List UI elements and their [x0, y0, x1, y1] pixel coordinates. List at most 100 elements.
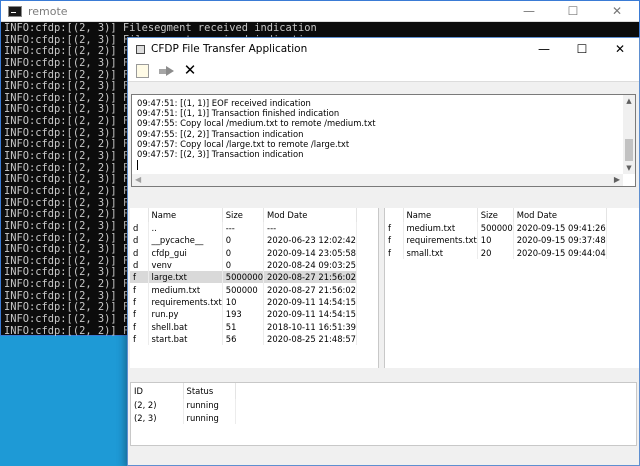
file-size: 51: [222, 320, 265, 333]
file-row[interactable]: f start.bat 56 2020-08-25 21:48:57: [130, 332, 357, 345]
file-size: 500000: [477, 222, 514, 235]
separator: [128, 368, 639, 382]
log-line: 09:47:51: [(1, 1)] Transaction finished …: [137, 108, 340, 119]
file-row[interactable]: f shell.bat 51 2018-10-11 16:51:39: [130, 320, 357, 333]
file-name: start.bat: [148, 332, 223, 345]
close-icon: ✕: [183, 61, 197, 79]
transaction-row[interactable]: (2, 2) running: [131, 399, 236, 412]
file-size: 10: [477, 234, 514, 247]
file-size: 193: [222, 308, 265, 321]
text-cursor: [137, 160, 138, 171]
scroll-down-icon[interactable]: ▼: [623, 162, 635, 174]
file-type: d: [130, 234, 149, 247]
file-row[interactable]: f large.txt 5000000 2020-08-27 21:56:02: [130, 271, 357, 284]
column-header-name[interactable]: Name: [403, 208, 478, 222]
local-files-pane[interactable]: Name Size Mod Date d.. --- --- d __pycache__…: [130, 208, 379, 368]
transaction-status: running: [183, 399, 236, 412]
console-app-icon: [8, 5, 22, 17]
console-maximize-button[interactable]: ☐: [551, 1, 595, 22]
file-name: ..: [148, 222, 223, 235]
file-row[interactable]: d __pycache__ 0 2020-06-23 12:02:42: [130, 234, 357, 247]
file-size: 500000: [222, 283, 265, 296]
new-file-button[interactable]: [132, 61, 152, 81]
file-size: 10: [222, 295, 265, 309]
transaction-id: (2, 2): [131, 399, 184, 412]
transaction-row[interactable]: (2, 3) running: [131, 411, 236, 424]
new-file-icon: [135, 63, 149, 78]
log-line: 09:47:55: [(2, 2)] Transaction indicatio…: [137, 128, 304, 139]
file-type: f: [385, 234, 404, 247]
file-name: run.py: [148, 308, 223, 321]
file-type: f: [385, 246, 404, 259]
scroll-thumb[interactable]: [625, 139, 633, 161]
file-name: shell.bat: [148, 320, 223, 333]
transactions-pane[interactable]: ID Status (2, 2) running (2, 3) running: [130, 382, 637, 446]
file-type: f: [130, 295, 149, 309]
file-row[interactable]: f requirements.txt 10 2020-09-15 09:37:48: [385, 234, 607, 247]
log-line: 09:47:57: [(2, 3)] Transaction indicatio…: [137, 148, 304, 159]
file-row[interactable]: f requirements.txt 10 2020-09-11 14:54:15: [130, 295, 357, 309]
scroll-right-icon[interactable]: ▶: [614, 174, 620, 186]
file-name: large.txt: [148, 271, 223, 284]
file-size: 5000000: [222, 271, 265, 284]
log-panel[interactable]: 09:47:51: [(1, 1)] EOF received indicati…: [131, 94, 636, 187]
file-type: f: [130, 332, 149, 345]
file-name: requirements.txt: [148, 295, 223, 309]
file-date: 2020-08-27 21:56:02: [263, 283, 357, 296]
app-close-button[interactable]: ✕: [601, 38, 639, 60]
cfdp-app-window: CFDP File Transfer Application — ☐ ✕ ✕ 0…: [127, 37, 640, 466]
app-maximize-button[interactable]: ☐: [563, 38, 601, 60]
column-header-date[interactable]: Mod Date: [263, 208, 357, 222]
file-type: d: [130, 222, 149, 235]
app-window-icon: [136, 44, 145, 54]
remote-files-pane[interactable]: Name Size Mod Date f medium.txt 500000 2020…: [384, 208, 639, 368]
scroll-up-icon[interactable]: ▲: [623, 95, 635, 107]
file-row[interactable]: f small.txt 20 2020-09-15 09:44:04: [385, 246, 607, 259]
toolbar: ✕: [128, 60, 639, 82]
arrow-right-icon: [158, 65, 174, 76]
file-name: cfdp_gui: [148, 246, 223, 259]
file-row[interactable]: f medium.txt 500000 2020-08-27 21:56:02: [130, 283, 357, 296]
file-row[interactable]: f run.py 193 2020-09-11 14:54:15: [130, 308, 357, 321]
console-line: INFO:cfdp:[(2, 3)] Filesegment received …: [4, 23, 317, 34]
file-date: 2020-08-24 09:03:25: [263, 258, 357, 272]
file-type: f: [130, 308, 149, 321]
log-line: 09:47:57: Copy local /large.txt to remot…: [137, 138, 350, 149]
column-header-size[interactable]: Size: [477, 208, 514, 222]
file-row[interactable]: d.. --- ---: [130, 222, 357, 235]
file-row[interactable]: d venv 0 2020-08-24 09:03:25: [130, 258, 357, 272]
console-close-button[interactable]: ✕: [595, 1, 639, 22]
column-header-name[interactable]: Name: [148, 208, 223, 222]
app-title: CFDP File Transfer Application: [151, 43, 308, 55]
file-row[interactable]: f medium.txt 500000 2020-09-15 09:41:26: [385, 222, 607, 235]
file-date: 2020-08-25 21:48:57: [263, 332, 357, 345]
column-header-id[interactable]: ID: [131, 383, 184, 399]
column-header-size[interactable]: Size: [222, 208, 265, 222]
file-name: medium.txt: [403, 222, 478, 235]
cancel-button[interactable]: ✕: [180, 61, 200, 81]
file-type: f: [385, 222, 404, 235]
file-date: 2020-06-23 12:02:42: [263, 234, 357, 247]
file-name: medium.txt: [148, 283, 223, 296]
console-titlebar[interactable]: remote — ☐ ✕: [1, 1, 639, 22]
console-minimize-button[interactable]: —: [507, 1, 551, 22]
file-size: 56: [222, 332, 265, 345]
transfer-button[interactable]: [156, 61, 176, 81]
app-titlebar[interactable]: CFDP File Transfer Application — ☐ ✕: [128, 38, 639, 60]
log-horizontal-scrollbar[interactable]: ◀ ▶: [132, 174, 623, 186]
files-area: Name Size Mod Date d.. --- --- d __pycache__…: [128, 208, 639, 368]
log-line: 09:47:55: Copy local /medium.txt to remo…: [137, 118, 376, 129]
log-text: 09:47:51: [(1, 1)] EOF received indicati…: [137, 98, 621, 171]
file-name: __pycache__: [148, 234, 223, 247]
file-date: 2020-09-11 14:54:15: [263, 308, 357, 321]
app-minimize-button[interactable]: —: [525, 38, 563, 60]
column-header-date[interactable]: Mod Date: [513, 208, 607, 222]
file-date: 2020-09-15 09:41:26: [513, 222, 607, 235]
file-name: venv: [148, 258, 223, 272]
file-row[interactable]: d cfdp_gui 0 2020-09-14 23:05:58: [130, 246, 357, 259]
file-name: small.txt: [403, 246, 478, 259]
column-header-status[interactable]: Status: [183, 383, 236, 399]
log-vertical-scrollbar[interactable]: ▲ ▼: [623, 95, 635, 174]
scroll-left-icon[interactable]: ◀: [135, 174, 141, 186]
remote-files-table: Name Size Mod Date f medium.txt 500000 2020…: [385, 208, 607, 259]
